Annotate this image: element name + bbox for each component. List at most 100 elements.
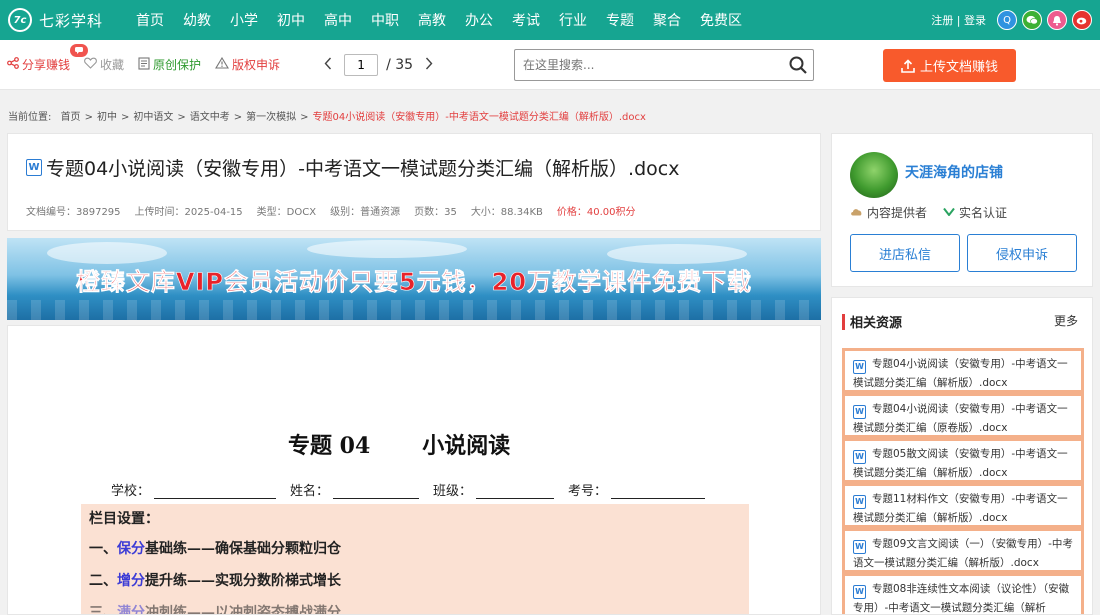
- original-protection-button[interactable]: 原创保护: [138, 56, 201, 73]
- infringement-report-button[interactable]: 侵权申诉: [967, 234, 1077, 272]
- nav-item-office[interactable]: 办公: [465, 10, 493, 30]
- avatar[interactable]: [850, 152, 898, 198]
- wechat-login-icon[interactable]: [1022, 10, 1042, 30]
- section-line-1: 一、保分基础练——确保基础分颗粒归仓: [89, 541, 341, 557]
- tag-provider: 内容提供者: [867, 206, 928, 220]
- favorite-button[interactable]: 收藏: [84, 56, 124, 73]
- site-logo[interactable]: 7c 七彩学科: [8, 8, 126, 32]
- field-class-label: 班级：: [433, 484, 473, 499]
- top-navbar: 7c 七彩学科 首页 幼教 小学 初中 高中 中职 高教 办公 考试 行业 专题…: [0, 0, 1100, 40]
- nav-item-aggregate[interactable]: 聚合: [653, 10, 681, 30]
- main-nav: 首页 幼教 小学 初中 高中 中职 高教 办公 考试 行业 专题 聚合 免费区: [136, 10, 761, 30]
- word-doc-icon: W: [853, 405, 866, 419]
- breadcrumb-item-home[interactable]: 首页: [61, 112, 81, 123]
- pager: / 35: [312, 53, 445, 76]
- cloud-icon: [850, 206, 863, 219]
- meta-level: 级别：普通资源: [330, 207, 401, 218]
- preview-title-a: 专题 04: [288, 433, 371, 459]
- document-toolbar: 分享赚钱 收藏 原创保护 版权申诉 / 35: [0, 40, 1100, 90]
- list-item[interactable]: W 专题08非连续性文本阅读（议论性）（安徽专用）-中考语文一模试题分类汇编（解析…: [842, 573, 1084, 614]
- nav-item-junior[interactable]: 初中: [277, 10, 305, 30]
- share-earn-button[interactable]: 分享赚钱: [7, 56, 70, 73]
- qq-login-icon[interactable]: Q: [997, 10, 1017, 30]
- breadcrumb-item-junior[interactable]: 初中: [97, 112, 117, 123]
- search-input[interactable]: [515, 51, 783, 79]
- section-heading: 栏目设置：: [89, 511, 159, 527]
- search-icon[interactable]: [783, 56, 813, 74]
- shop-name[interactable]: 天涯海角的店铺: [905, 162, 1003, 182]
- document-preview: 专题 04 小说阅读 学校： 姓名： 班级： 考号： 栏目设置： 一、保分基础练—…: [7, 325, 821, 615]
- nav-item-vocational[interactable]: 中职: [371, 10, 399, 30]
- nav-item-preschool[interactable]: 幼教: [183, 10, 211, 30]
- nav-item-industry[interactable]: 行业: [559, 10, 587, 30]
- breadcrumb-item-first-mock[interactable]: 第一次模拟: [246, 112, 296, 123]
- word-doc-icon: W: [853, 450, 866, 464]
- related-more-link[interactable]: 更多: [1054, 312, 1078, 329]
- field-number-label: 考号：: [568, 484, 608, 499]
- page-total: / 35: [386, 56, 414, 73]
- document-title: W 专题04小说阅读（安徽专用）-中考语文一模试题分类汇编（解析版）.docx: [26, 154, 679, 181]
- list-item[interactable]: W 专题05散文阅读（安徽专用）-中考语文一模试题分类汇编（解析版）.docx: [842, 438, 1084, 483]
- original-protection-label: 原创保护: [153, 58, 202, 72]
- nav-right: 注册 | 登录 Q: [931, 0, 1092, 40]
- shop-tags: 内容提供者 实名认证: [850, 204, 1023, 221]
- document-title-text: 专题04小说阅读（安徽专用）-中考语文一模试题分类汇编（解析版）.docx: [46, 158, 680, 180]
- related-resources: 相关资源 更多 W 专题04小说阅读（安徽专用）-中考语文一模试题分类汇编（解析版…: [831, 297, 1093, 615]
- warning-icon: [215, 56, 230, 72]
- section-line-3: 三、满分冲刺练——以冲刺姿态搏战满分: [89, 605, 341, 615]
- weibo-login-icon[interactable]: [1072, 10, 1092, 30]
- word-doc-icon: W: [26, 159, 42, 176]
- upload-label: 上传文档赚钱: [919, 60, 998, 75]
- shop-message-button[interactable]: 进店私信: [850, 234, 960, 272]
- preview-fields: 学校： 姓名： 班级： 考号：: [111, 480, 719, 499]
- copyright-report-label: 版权申诉: [232, 58, 281, 72]
- nav-item-higher-ed[interactable]: 高教: [418, 10, 446, 30]
- bell-icon[interactable]: [1047, 10, 1067, 30]
- meta-doc-id: 文档编号：3897295: [26, 207, 121, 218]
- vip-promo-banner[interactable]: 橙臻文库VIP会员活动价只要5元钱，20万教学课件免费下载: [7, 238, 821, 320]
- field-school-label: 学校：: [111, 484, 151, 499]
- column-settings-box: 栏目设置： 一、保分基础练——确保基础分颗粒归仓 二、增分提升练——实现分数阶梯…: [81, 504, 749, 615]
- nav-item-free-zone[interactable]: 免费区: [700, 10, 742, 30]
- breadcrumb-item-chinese-exam[interactable]: 语文中考: [190, 112, 230, 123]
- word-doc-icon: W: [853, 360, 866, 374]
- preview-title: 专题 04 小说阅读: [288, 428, 510, 460]
- meta-pages: 页数：35: [414, 207, 457, 218]
- nav-item-primary[interactable]: 小学: [230, 10, 258, 30]
- nav-item-exam[interactable]: 考试: [512, 10, 540, 30]
- meta-type: 类型：DOCX: [256, 207, 317, 218]
- breadcrumb-label: 当前位置:: [8, 112, 52, 123]
- share-badge-icon: [70, 44, 88, 57]
- share-earn-label: 分享赚钱: [22, 58, 71, 72]
- page-number-input[interactable]: [344, 53, 379, 76]
- list-item[interactable]: W 专题11材料作文（安徽专用）-中考语文一模试题分类汇编（解析版）.docx: [842, 483, 1084, 528]
- prev-page-icon[interactable]: [324, 55, 332, 74]
- next-page-icon[interactable]: [425, 55, 433, 74]
- nav-item-senior[interactable]: 高中: [324, 10, 352, 30]
- breadcrumb-item-junior-chinese[interactable]: 初中语文: [133, 112, 173, 123]
- upload-document-button[interactable]: 上传文档赚钱: [883, 49, 1016, 82]
- related-heading: 相关资源: [842, 312, 902, 331]
- meta-price: 价格：40.00积分: [556, 207, 636, 218]
- field-name-label: 姓名：: [290, 484, 330, 499]
- tag-verified: 实名认证: [959, 206, 1008, 220]
- login-register-link[interactable]: 注册 | 登录: [931, 12, 986, 28]
- section-line-2: 二、增分提升练——实现分数阶梯式增长: [89, 573, 341, 589]
- list-item[interactable]: W 专题04小说阅读（安徽专用）-中考语文一模试题分类汇编（解析版）.docx: [842, 348, 1084, 393]
- copyright-report-button[interactable]: 版权申诉: [215, 56, 280, 73]
- nav-item-topics[interactable]: 专题: [606, 10, 634, 30]
- nav-item-home[interactable]: 首页: [136, 10, 164, 30]
- document-meta: 文档编号：3897295 上传时间：2025-04-15 类型：DOCX 级别：…: [26, 203, 650, 218]
- meta-size: 大小：88.34KB: [470, 207, 543, 218]
- meta-upload-time: 上传时间：2025-04-15: [134, 207, 243, 218]
- related-list: W 专题04小说阅读（安徽专用）-中考语文一模试题分类汇编（解析版）.docx W…: [842, 348, 1084, 614]
- heart-icon: [84, 57, 97, 72]
- banner-text: 橙臻文库VIP会员活动价只要5元钱，20万教学课件免费下载: [75, 268, 753, 297]
- list-item[interactable]: W 专题04小说阅读（安徽专用）-中考语文一模试题分类汇编（原卷版）.docx: [842, 393, 1084, 438]
- preview-title-b: 小说阅读: [422, 433, 511, 459]
- breadcrumb-current: 专题04小说阅读（安徽专用）-中考语文一模试题分类汇编（解析版）.docx: [312, 112, 646, 123]
- document-shield-icon: [138, 56, 150, 73]
- list-item[interactable]: W 专题09文言文阅读（一）（安徽专用）-中考语文一模试题分类汇编（解析版）.do…: [842, 528, 1084, 573]
- logo-text: 七彩学科: [39, 11, 104, 30]
- word-doc-icon: W: [853, 495, 866, 509]
